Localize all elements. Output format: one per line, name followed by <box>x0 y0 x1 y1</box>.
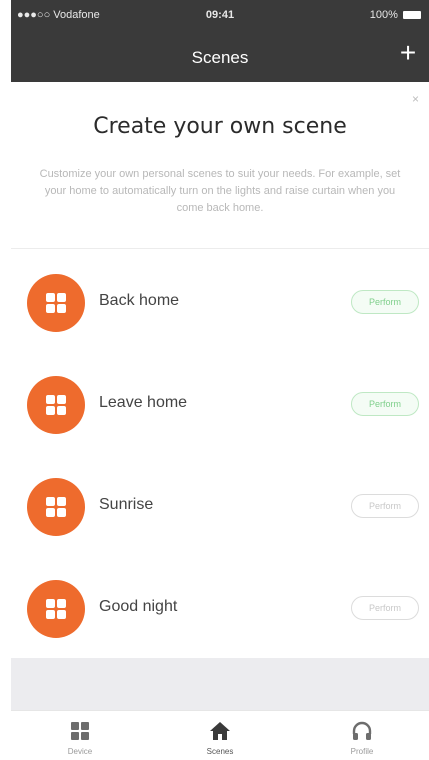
scene-grid-icon <box>27 376 85 434</box>
page-title: Scenes <box>191 48 249 67</box>
scene-row-good-night[interactable]: Good night Perform <box>11 558 429 660</box>
banner-description: Customize your own personal scenes to su… <box>39 168 401 214</box>
scene-perform-button[interactable]: Perform <box>351 596 419 620</box>
home-icon <box>210 722 230 740</box>
scene-row-back-home[interactable]: Back home Perform <box>11 252 429 354</box>
scene-grid-icon <box>27 580 85 638</box>
battery-label: 100% <box>369 9 398 21</box>
banner-title: Create your own scene <box>93 114 347 139</box>
scene-row-sunrise[interactable]: Sunrise Perform <box>11 456 429 558</box>
divider <box>11 248 429 249</box>
status-bar: ●●●○○ Vodafone 09:41 100% <box>11 6 429 26</box>
scene-grid-icon <box>27 478 85 536</box>
scene-name: Sunrise <box>99 496 154 513</box>
scene-perform-button[interactable]: Perform <box>351 392 419 416</box>
tab-label: Device <box>67 747 93 756</box>
carrier-label: ●●●○○ Vodafone <box>17 9 100 21</box>
battery-icon <box>403 11 421 20</box>
tab-label: Profile <box>350 747 374 756</box>
scene-perform-button[interactable]: Perform <box>351 290 419 314</box>
scene-row-leave-home[interactable]: Leave home Perform <box>11 354 429 456</box>
scene-name: Back home <box>99 292 180 309</box>
list-footer-space <box>11 658 429 710</box>
scene-name: Leave home <box>99 394 188 411</box>
tab-label: Scenes <box>206 747 234 756</box>
navigation-bar: ●●●○○ Vodafone 09:41 100% Scenes + <box>11 0 429 82</box>
tab-scenes[interactable]: Scenes <box>175 711 265 760</box>
grid-icon <box>71 722 89 740</box>
create-scene-banner: × Create your own scene Customize your o… <box>11 84 429 244</box>
close-banner-button[interactable]: × <box>412 92 419 106</box>
clock: 09:41 <box>205 9 235 21</box>
scene-perform-button[interactable]: Perform <box>351 494 419 518</box>
scene-list: Back home Perform Leave home Perform Sun… <box>11 252 429 660</box>
scene-grid-icon <box>27 274 85 332</box>
add-scene-button[interactable]: + <box>395 39 421 67</box>
tab-bar: Device Scenes Profile <box>11 710 429 760</box>
tab-profile[interactable]: Profile <box>317 711 407 760</box>
battery-indicator: 100% <box>370 9 421 21</box>
tab-device[interactable]: Device <box>35 711 125 760</box>
scene-name: Good night <box>99 598 178 615</box>
headphones-icon <box>352 721 372 740</box>
